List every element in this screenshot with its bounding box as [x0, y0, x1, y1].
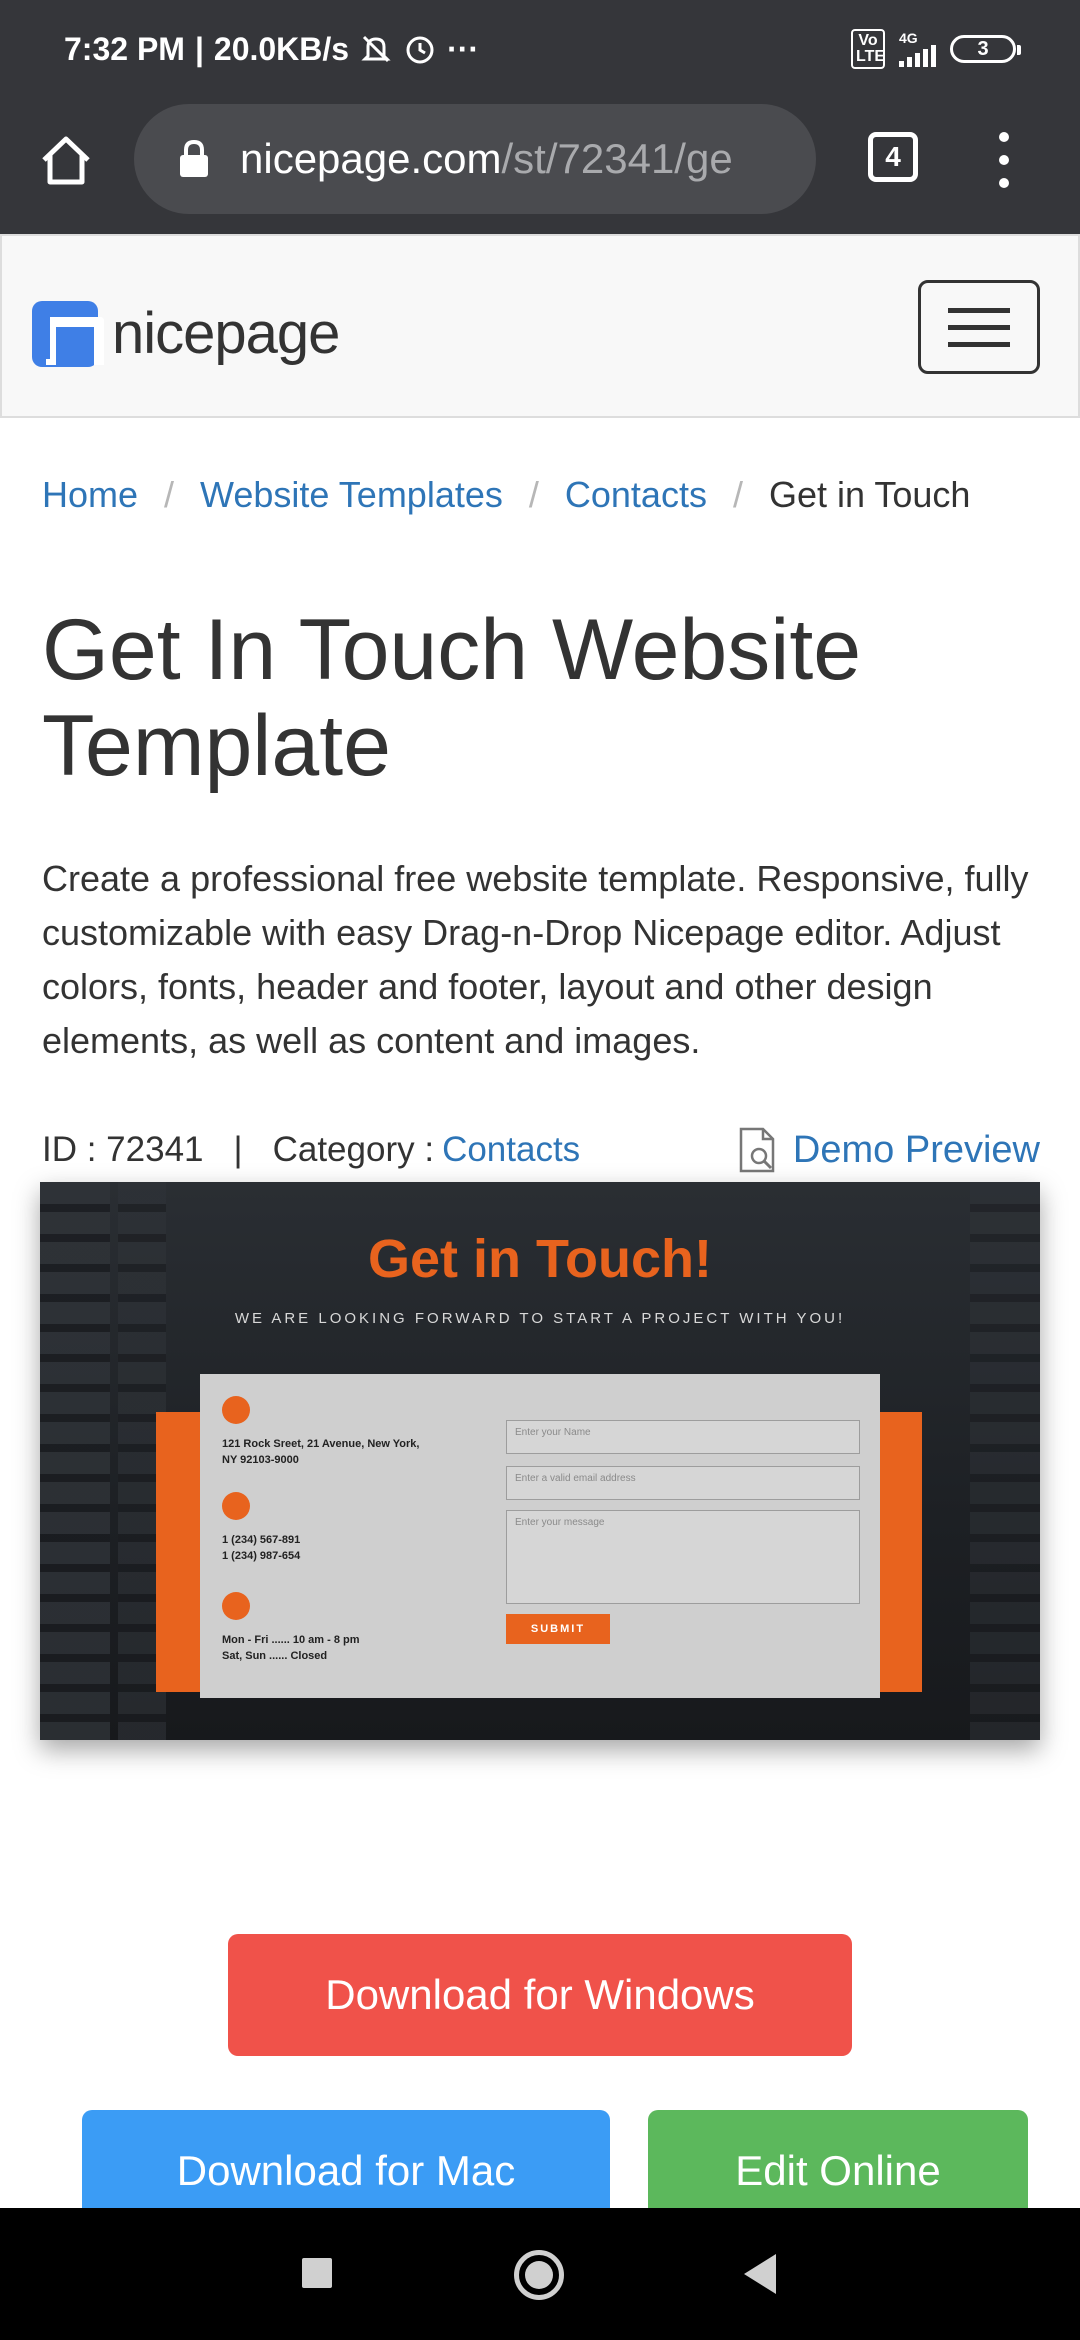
logo-mark-icon [32, 300, 104, 367]
lock-icon [180, 139, 208, 177]
status-bar: 7:32 PM | 20.0KB/s ··· Vo LTE 4G 3 [0, 0, 1080, 98]
clock-icon [222, 1592, 250, 1620]
preview-phone-line1: 1 (234) 567-891 [222, 1534, 301, 1546]
breadcrumb-separator: / [732, 474, 743, 515]
download-windows-button[interactable]: Download for Windows [228, 1934, 852, 2056]
template-meta: ID : 72341 | Category : Contacts Demo Pr… [42, 1126, 1040, 1174]
status-left: 7:32 PM | 20.0KB/s ··· [64, 31, 479, 68]
tab-count: 4 [885, 141, 901, 172]
browser-toolbar: nicepage.com/st/72341/ge 4 [0, 98, 1080, 234]
breadcrumb: Home / Website Templates / Contacts / Ge… [42, 474, 970, 516]
battery-icon: 3 [950, 35, 1021, 63]
address-bar[interactable]: nicepage.com/st/72341/ge [134, 104, 816, 214]
recents-icon[interactable] [302, 2258, 332, 2288]
mute-bell-icon [361, 35, 391, 63]
template-description: Create a professional free website templ… [42, 858, 1029, 1061]
breadcrumb-separator: / [164, 474, 175, 515]
category-link[interactable]: Contacts [442, 1130, 580, 1170]
hamburger-menu-button[interactable] [918, 280, 1040, 374]
phone-icon [222, 1492, 250, 1520]
preview-title: Get in Touch! [368, 1229, 712, 1289]
preview-phones: 1 (234) 567-891 1 (234) 987-654 [222, 1532, 300, 1564]
logo-text: nicepage [112, 301, 340, 366]
preview-accent-right [878, 1412, 922, 1692]
preview-phone-line2: 1 (234) 987-654 [222, 1550, 301, 1562]
network-type: 4G [899, 30, 918, 46]
meta-separator: | [233, 1130, 243, 1169]
breadcrumb-home[interactable]: Home [42, 474, 138, 516]
signal-icon: 4G [899, 31, 936, 67]
url-path: /st/72341/ge [501, 135, 733, 182]
site-header: nicepage [0, 234, 1080, 418]
preview-contact-card: 121 Rock Sreet, 21 Avenue, New York, NY … [200, 1374, 880, 1698]
preview-accent-left [156, 1412, 200, 1692]
tabs-icon[interactable]: 4 [868, 132, 918, 182]
preview-subtitle: WE ARE LOOKING FORWARD TO START A PROJEC… [234, 1310, 846, 1327]
preview-hours-line2: Sat, Sun ...... Closed [222, 1650, 328, 1662]
preview-address-line2: NY 92103-9000 [222, 1454, 299, 1466]
preview-address: 121 Rock Sreet, 21 Avenue, New York, NY … [222, 1436, 419, 1468]
status-more: ··· [447, 30, 480, 67]
battery-level: 3 [977, 37, 989, 60]
demo-preview-label: Demo Preview [792, 1128, 1040, 1171]
breadcrumb-website-templates[interactable]: Website Templates [200, 474, 503, 516]
overflow-menu-icon[interactable] [990, 132, 1018, 188]
page-title: Get In Touch Website Template [42, 602, 862, 794]
status-time: 7:32 PM [64, 30, 185, 67]
back-icon[interactable] [744, 2254, 776, 2294]
breadcrumb-separator: / [528, 474, 539, 515]
demo-preview-link[interactable]: Demo Preview [737, 1126, 1040, 1174]
site-logo[interactable]: nicepage [32, 300, 340, 367]
home-icon[interactable] [36, 130, 96, 190]
preview-message-field: Enter your message [506, 1510, 860, 1604]
url-domain: nicepage.com [240, 135, 502, 182]
preview-address-line1: 121 Rock Sreet, 21 Avenue, New York, [222, 1438, 420, 1450]
status-right: Vo LTE 4G 3 [851, 29, 1021, 69]
preview-email-field: Enter a valid email address [506, 1466, 860, 1500]
status-separator: | [194, 30, 204, 67]
breadcrumb-current: Get in Touch [768, 474, 971, 515]
preview-hours: Mon - Fri ...... 10 am - 8 pm Sat, Sun .… [222, 1632, 360, 1664]
breadcrumb-contacts[interactable]: Contacts [565, 474, 707, 516]
alarm-icon [406, 36, 434, 64]
url-text: nicepage.com/st/72341/ge [240, 135, 733, 183]
preview-hours-line1: Mon - Fri ...... 10 am - 8 pm [222, 1634, 360, 1646]
preview-name-field: Enter your Name [506, 1420, 860, 1454]
home-nav-icon[interactable] [514, 2250, 564, 2300]
android-nav-bar [0, 2208, 1080, 2340]
preview-submit-button: SUBMIT [506, 1614, 610, 1644]
volte-badge: Vo LTE [851, 29, 885, 69]
template-id: ID : 72341 [42, 1130, 204, 1169]
document-search-icon [739, 1127, 775, 1173]
category-label: Category : [272, 1130, 435, 1169]
location-pin-icon [222, 1396, 250, 1424]
status-net-speed: 20.0KB/s [213, 30, 350, 67]
signal-bars [899, 45, 936, 67]
template-preview-image[interactable]: Get in Touch! WE ARE LOOKING FORWARD TO … [40, 1182, 1040, 1740]
